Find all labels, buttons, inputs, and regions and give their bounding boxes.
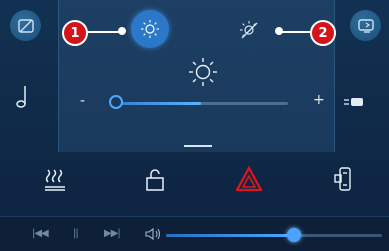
volume-slider-handle[interactable] — [287, 228, 301, 242]
music-note-icon[interactable] — [12, 82, 34, 112]
hazard-warning-icon — [236, 166, 262, 192]
brightness-increase-button[interactable]: + — [313, 92, 325, 108]
panel-handle[interactable] — [184, 145, 212, 147]
volume-slider-fill — [166, 234, 290, 237]
unlock-icon — [146, 169, 164, 191]
sun-off-icon — [240, 21, 258, 39]
unlock-button[interactable] — [140, 164, 170, 194]
callout-1: 1 — [62, 20, 88, 46]
screen-switch-button[interactable] — [350, 10, 381, 41]
screen-off-button[interactable] — [10, 10, 41, 41]
day-mode-button[interactable] — [131, 10, 169, 48]
night-mode-button[interactable] — [231, 12, 267, 48]
function-row — [0, 152, 389, 206]
rear-heating-button[interactable] — [40, 164, 70, 194]
rear-heating-icon — [45, 169, 65, 191]
brightness-slider-fill — [114, 102, 201, 105]
callout-1-line — [87, 31, 120, 33]
volume-slider[interactable] — [166, 234, 382, 237]
brightness-slider-handle[interactable] — [109, 95, 123, 109]
speaker-icon — [145, 227, 161, 241]
hazard-warning-button[interactable] — [234, 164, 264, 194]
callout-2-line — [281, 31, 311, 33]
infotainment-screen: - + 1 2 |◀◀ || ▶▶| — [0, 0, 389, 251]
brightness-slider[interactable] — [114, 102, 288, 105]
media-bar: |◀◀ || ▶▶| — [0, 216, 389, 251]
previous-track-button[interactable]: |◀◀ — [32, 228, 49, 239]
callout-1-dot — [118, 27, 126, 35]
brightness-decrease-button[interactable]: - — [80, 93, 85, 109]
screen-switch-icon — [357, 18, 374, 33]
seat-settings-icon — [334, 167, 351, 191]
screen-off-icon — [17, 18, 34, 33]
next-track-button[interactable]: ▶▶| — [104, 228, 121, 239]
pause-button[interactable]: || — [73, 228, 79, 239]
callout-2: 2 — [310, 20, 336, 46]
sun-icon — [141, 20, 159, 38]
seat-settings-button[interactable] — [330, 164, 360, 194]
light-indicator-icon[interactable] — [343, 96, 365, 108]
brightness-sun-icon — [189, 58, 217, 86]
brightness-panel — [58, 0, 335, 152]
